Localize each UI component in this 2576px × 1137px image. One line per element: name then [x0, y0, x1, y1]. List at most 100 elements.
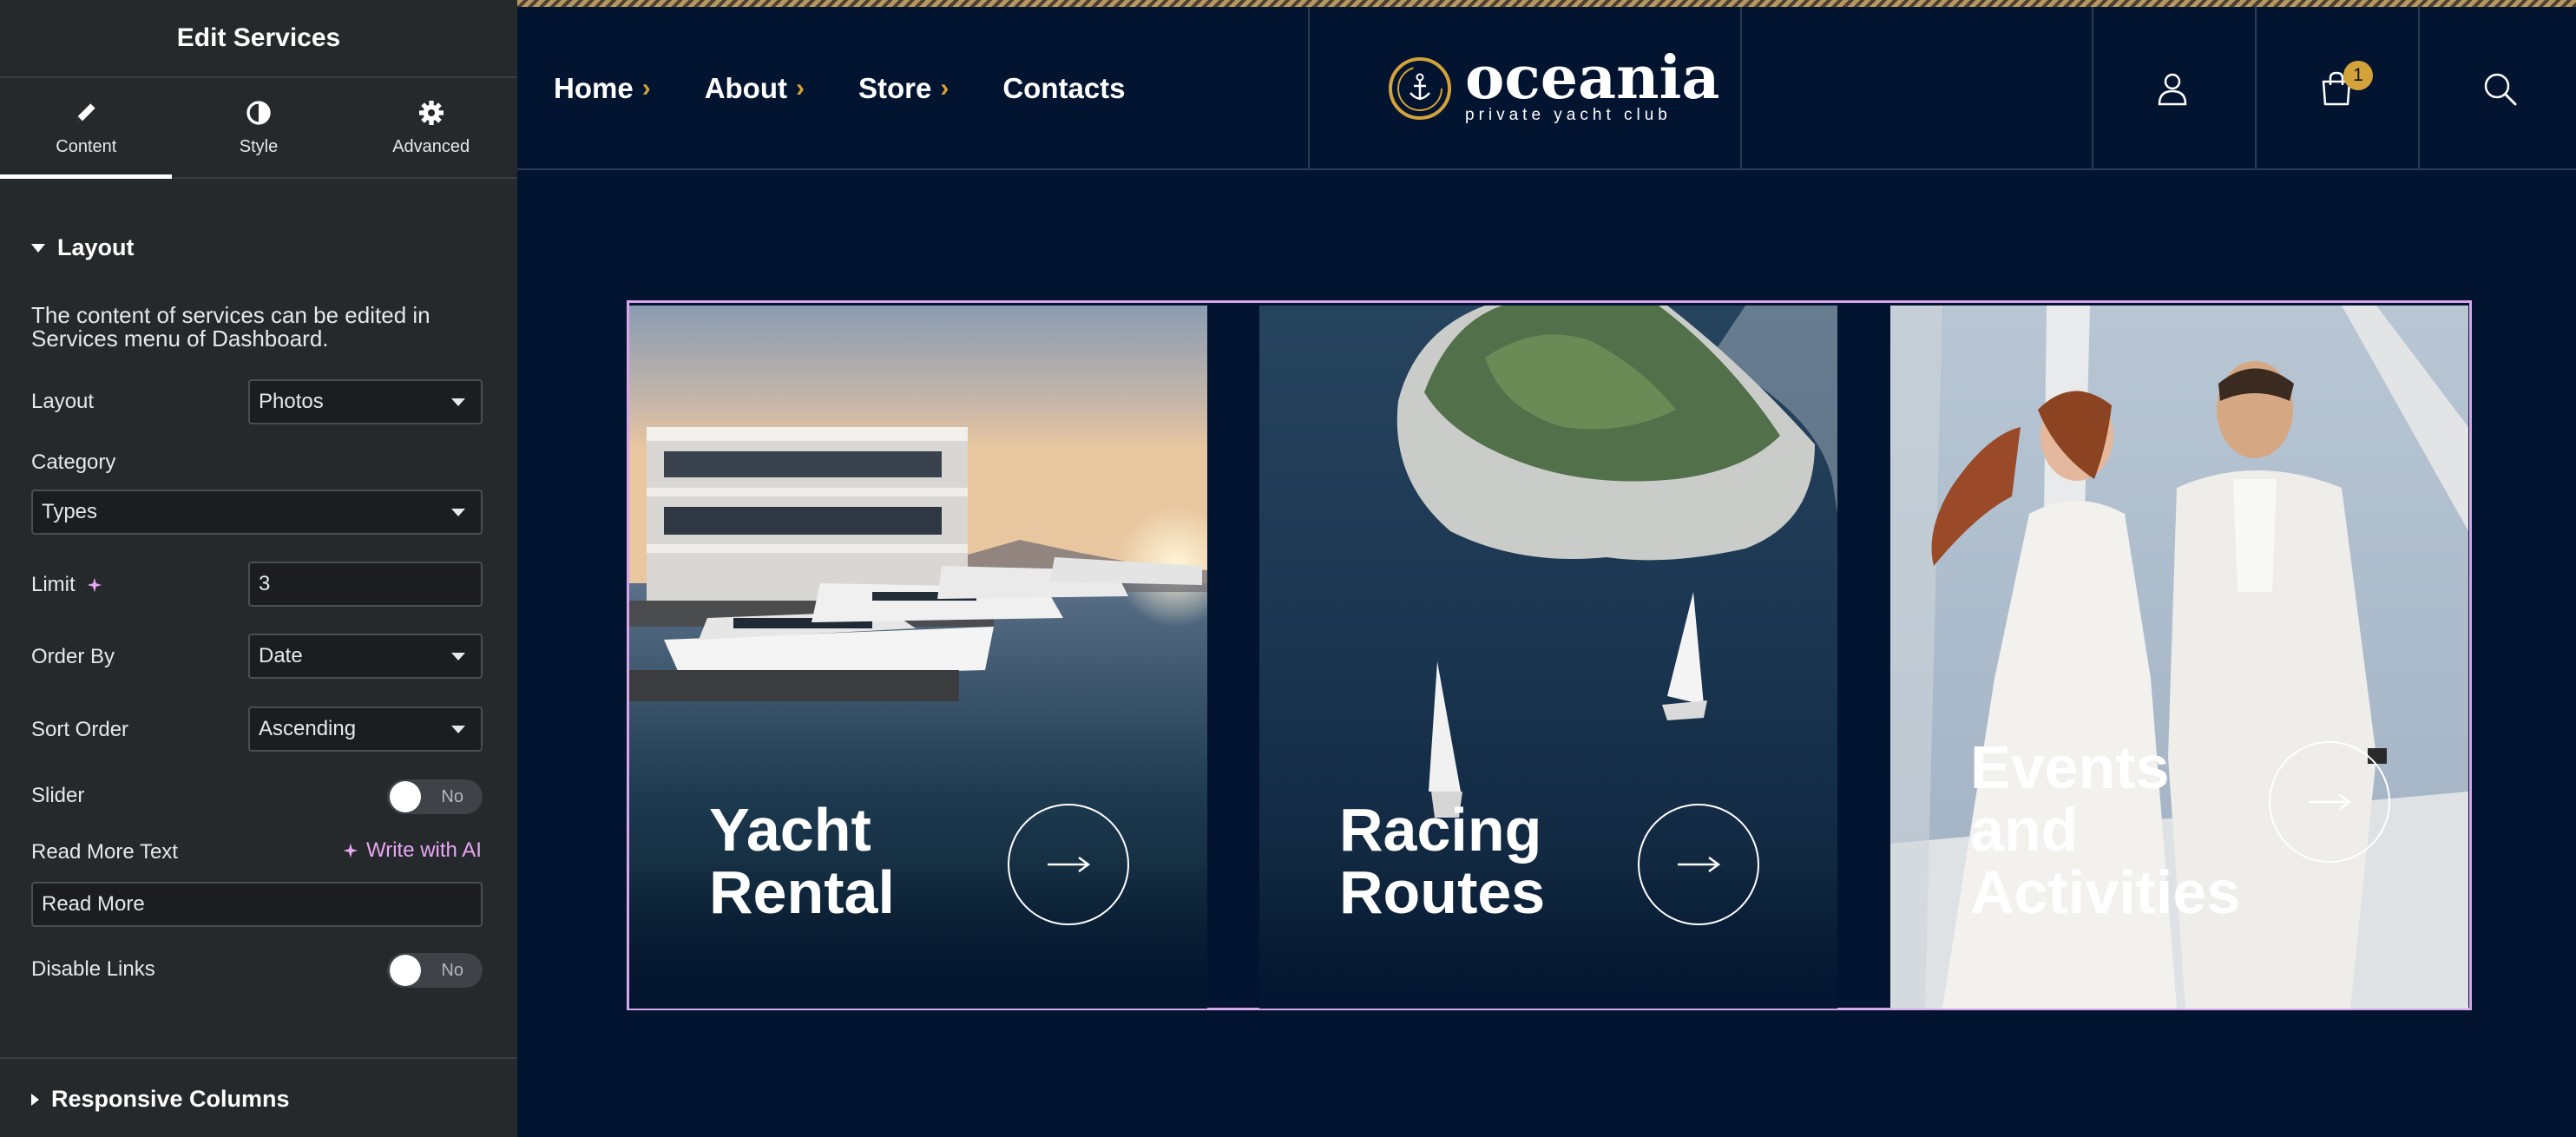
slider-toggle-state: No	[441, 787, 463, 806]
header-divider	[1308, 7, 1310, 170]
anchor-emblem-icon	[1389, 57, 1451, 120]
tab-style[interactable]: Style	[173, 78, 345, 177]
service-title: Racing Routes	[1339, 799, 1545, 923]
chevron-down-icon	[451, 508, 465, 516]
service-arrow-button[interactable]	[1638, 804, 1759, 925]
user-icon[interactable]	[2153, 69, 2192, 108]
service-arrow-button[interactable]	[1008, 804, 1129, 925]
read-more-label: Read More Text	[31, 840, 178, 864]
logo-text: oceania private yacht club	[1465, 43, 1720, 125]
search-icon[interactable]	[2481, 69, 2519, 108]
gear-icon	[418, 100, 444, 125]
nav-item-contacts[interactable]: Contacts	[1002, 72, 1125, 105]
disable-links-toggle-state: No	[441, 961, 463, 980]
disable-links-label: Disable Links	[31, 957, 155, 981]
site-logo[interactable]: oceania private yacht club	[1385, 43, 1720, 125]
category-label: Category	[31, 450, 116, 474]
arrow-right-icon	[1048, 856, 1091, 873]
service-title-line: Racing	[1339, 796, 1542, 864]
site-preview: Home › About › Store › Contacts oceania …	[517, 0, 2576, 1137]
layout-section-toggle[interactable]: Layout	[31, 234, 135, 261]
arrow-right-icon	[1678, 856, 1721, 873]
service-card-yacht-rental[interactable]: Yacht Rental	[629, 306, 1207, 1009]
cart-count-badge: 1	[2343, 61, 2373, 90]
limit-label: Limit	[31, 573, 76, 596]
sparkle-icon	[87, 577, 102, 593]
panel-title: Edit Services	[0, 0, 517, 78]
sort-order-select-value: Ascending	[259, 717, 357, 740]
layout-select[interactable]: Photos	[248, 379, 483, 424]
order-by-label: Order By	[31, 645, 115, 668]
half-circle-icon	[246, 100, 271, 125]
header-divider	[1740, 7, 1742, 170]
chevron-down-icon	[451, 725, 465, 733]
active-tab-indicator	[0, 174, 172, 179]
toggle-knob	[390, 955, 421, 986]
nav-about-label: About	[704, 72, 787, 104]
service-title: Yacht Rental	[709, 799, 895, 923]
layout-label: Layout	[31, 390, 95, 413]
chevron-down-icon	[451, 652, 465, 661]
header-divider	[2255, 7, 2257, 170]
chevron-right-icon: ›	[940, 74, 950, 102]
slider-toggle[interactable]: No	[387, 779, 483, 814]
write-with-ai-label: Write with AI	[366, 838, 482, 862]
services-widget[interactable]: Yacht Rental Racing Routes Events and Ac…	[627, 300, 2472, 1010]
order-by-select-value: Date	[259, 644, 303, 667]
layout-select-value: Photos	[259, 390, 324, 413]
header-divider	[2092, 7, 2093, 170]
slider-label: Slider	[31, 784, 85, 807]
panel-tabs: Content Style Advanced	[0, 78, 517, 179]
sort-order-select[interactable]: Ascending	[248, 707, 483, 752]
logo-name: oceania	[1465, 43, 1720, 113]
service-title-line: Yacht	[709, 796, 871, 864]
responsive-columns-title: Responsive Columns	[51, 1086, 290, 1112]
service-title-line: Events	[1970, 733, 2170, 801]
caret-down-icon	[31, 243, 45, 253]
read-more-input[interactable]: Read More	[31, 882, 483, 927]
category-select-value: Types	[42, 500, 98, 523]
tab-style-label: Style	[239, 136, 279, 156]
chevron-right-icon: ›	[795, 74, 805, 102]
nav-item-about[interactable]: About ›	[705, 72, 805, 105]
tab-advanced-label: Advanced	[392, 136, 470, 156]
section-divider	[0, 1057, 517, 1059]
sort-order-label: Sort Order	[31, 718, 129, 741]
main-nav: Home › About › Store › Contacts	[554, 7, 1126, 170]
nav-item-home[interactable]: Home ›	[554, 72, 651, 105]
nav-store-label: Store	[858, 72, 932, 104]
limit-label-group: Limit	[31, 573, 103, 597]
services-note: The content of services can be edited in…	[31, 302, 430, 352]
chevron-right-icon: ›	[641, 74, 651, 102]
chevron-down-icon	[451, 398, 465, 406]
tab-content[interactable]: Content	[0, 78, 173, 177]
caret-right-icon	[31, 1093, 39, 1106]
order-by-select[interactable]: Date	[248, 634, 483, 679]
tab-advanced[interactable]: Advanced	[345, 78, 517, 177]
write-with-ai-link[interactable]: Write with AI	[340, 838, 482, 863]
disable-links-toggle[interactable]: No	[387, 953, 483, 988]
nav-home-label: Home	[554, 72, 634, 104]
service-title-line: Activities	[1970, 858, 2241, 926]
layout-section-title: Layout	[57, 234, 135, 260]
nav-contacts-label: Contacts	[1002, 72, 1126, 104]
service-title-line: Routes	[1339, 858, 1546, 926]
pencil-icon	[76, 102, 95, 122]
service-card-events-and-activities[interactable]: Events and Activities	[1890, 306, 2468, 1009]
service-title-line: and	[1970, 796, 2079, 864]
header-divider	[2418, 7, 2420, 170]
responsive-columns-section-toggle[interactable]: Responsive Columns	[31, 1086, 290, 1113]
limit-input[interactable]: 3	[248, 562, 483, 607]
site-header: Home › About › Store › Contacts oceania …	[517, 7, 2576, 170]
toggle-knob	[390, 781, 421, 812]
arrow-right-icon	[2309, 793, 2352, 811]
category-select[interactable]: Types	[31, 490, 483, 535]
service-card-racing-routes[interactable]: Racing Routes	[1259, 306, 1837, 1009]
rope-border	[517, 0, 2576, 7]
service-title: Events and Activities	[1970, 736, 2240, 923]
service-title-line: Rental	[709, 858, 895, 926]
sparkle-icon	[343, 843, 358, 858]
editor-panel: Edit Services Content Style Advanced Lay…	[0, 0, 517, 1137]
nav-item-store[interactable]: Store ›	[858, 72, 949, 105]
service-arrow-button[interactable]	[2269, 741, 2390, 863]
